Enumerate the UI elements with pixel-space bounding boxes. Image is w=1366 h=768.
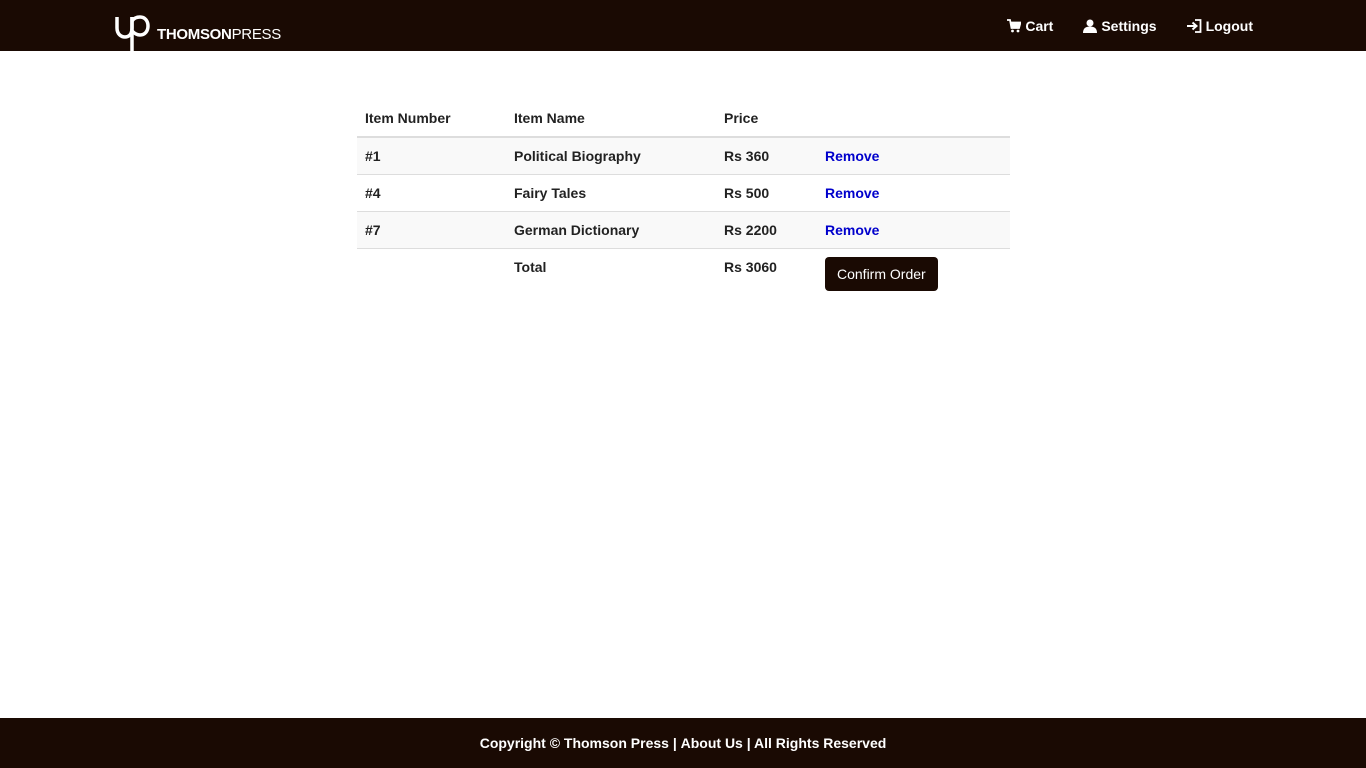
cart-icon: [1007, 18, 1022, 32]
table-row: #4 Fairy Tales Rs 500 Remove: [357, 174, 1010, 212]
nav-logout-label: Logout: [1205, 17, 1253, 34]
remove-button[interactable]: Remove: [825, 222, 879, 238]
item-name: German Dictionary: [506, 211, 716, 249]
logo-wordmark: THOMSONPRESS: [157, 26, 281, 43]
total-value: Rs 3060: [716, 248, 817, 301]
item-number: #7: [357, 211, 506, 249]
total-label: Total: [506, 248, 716, 301]
confirm-order-button[interactable]: Confirm Order: [825, 257, 938, 291]
nav-links: Cart Settings Logout: [977, 0, 1253, 51]
tp-monogram-icon: [115, 15, 150, 51]
nav-settings-link[interactable]: Settings: [1083, 17, 1157, 34]
item-number: #4: [357, 174, 506, 212]
user-icon: [1083, 19, 1098, 33]
header-item-number: Item Number: [357, 100, 506, 138]
item-price: Rs 360: [716, 136, 817, 175]
nav-settings-label: Settings: [1101, 17, 1157, 34]
total-row: Total Rs 3060 Confirm Order: [357, 248, 1010, 301]
logo-text-light: PRESS: [231, 26, 282, 43]
footer-copyright: Copyright © Thomson Press |: [479, 735, 681, 751]
item-action-cell: Remove: [817, 174, 1010, 212]
footer-rights: | All Rights Reserved: [742, 735, 887, 751]
table-row: #7 German Dictionary Rs 2200 Remove: [357, 211, 1010, 249]
item-name: Political Biography: [506, 136, 716, 175]
table-header-row: Item Number Item Name Price: [357, 100, 1010, 138]
thomson-press-logo[interactable]: THOMSONPRESS: [114, 14, 281, 51]
nav-cart-link[interactable]: Cart: [1007, 18, 1053, 34]
nav-logout-link[interactable]: Logout: [1186, 17, 1253, 34]
nav-cart-label: Cart: [1025, 17, 1054, 34]
header-action: [817, 100, 1010, 138]
item-number: #1: [357, 136, 506, 175]
header-item-name: Item Name: [506, 100, 716, 138]
header-price: Price: [716, 100, 817, 138]
item-price: Rs 2200: [716, 211, 817, 249]
item-action-cell: Remove: [817, 211, 1010, 249]
cart-table: Item Number Item Name Price #1 Political…: [357, 100, 1010, 301]
total-empty-cell: [357, 248, 506, 301]
footer: Copyright © Thomson Press | About Us | A…: [0, 718, 1366, 768]
item-name: Fairy Tales: [506, 174, 716, 212]
logo-text-strong: THOMSON: [157, 26, 232, 43]
table-row: #1 Political Biography Rs 360 Remove: [357, 136, 1010, 175]
item-action-cell: Remove: [817, 136, 1010, 175]
item-price: Rs 500: [716, 174, 817, 212]
footer-about-link[interactable]: About Us: [681, 735, 743, 751]
remove-button[interactable]: Remove: [825, 185, 879, 201]
remove-button[interactable]: Remove: [825, 148, 879, 164]
confirm-cell: Confirm Order: [817, 248, 1010, 301]
log-in-icon: [1186, 18, 1201, 33]
top-navbar: THOMSONPRESS Cart Settings Logout: [0, 0, 1366, 51]
